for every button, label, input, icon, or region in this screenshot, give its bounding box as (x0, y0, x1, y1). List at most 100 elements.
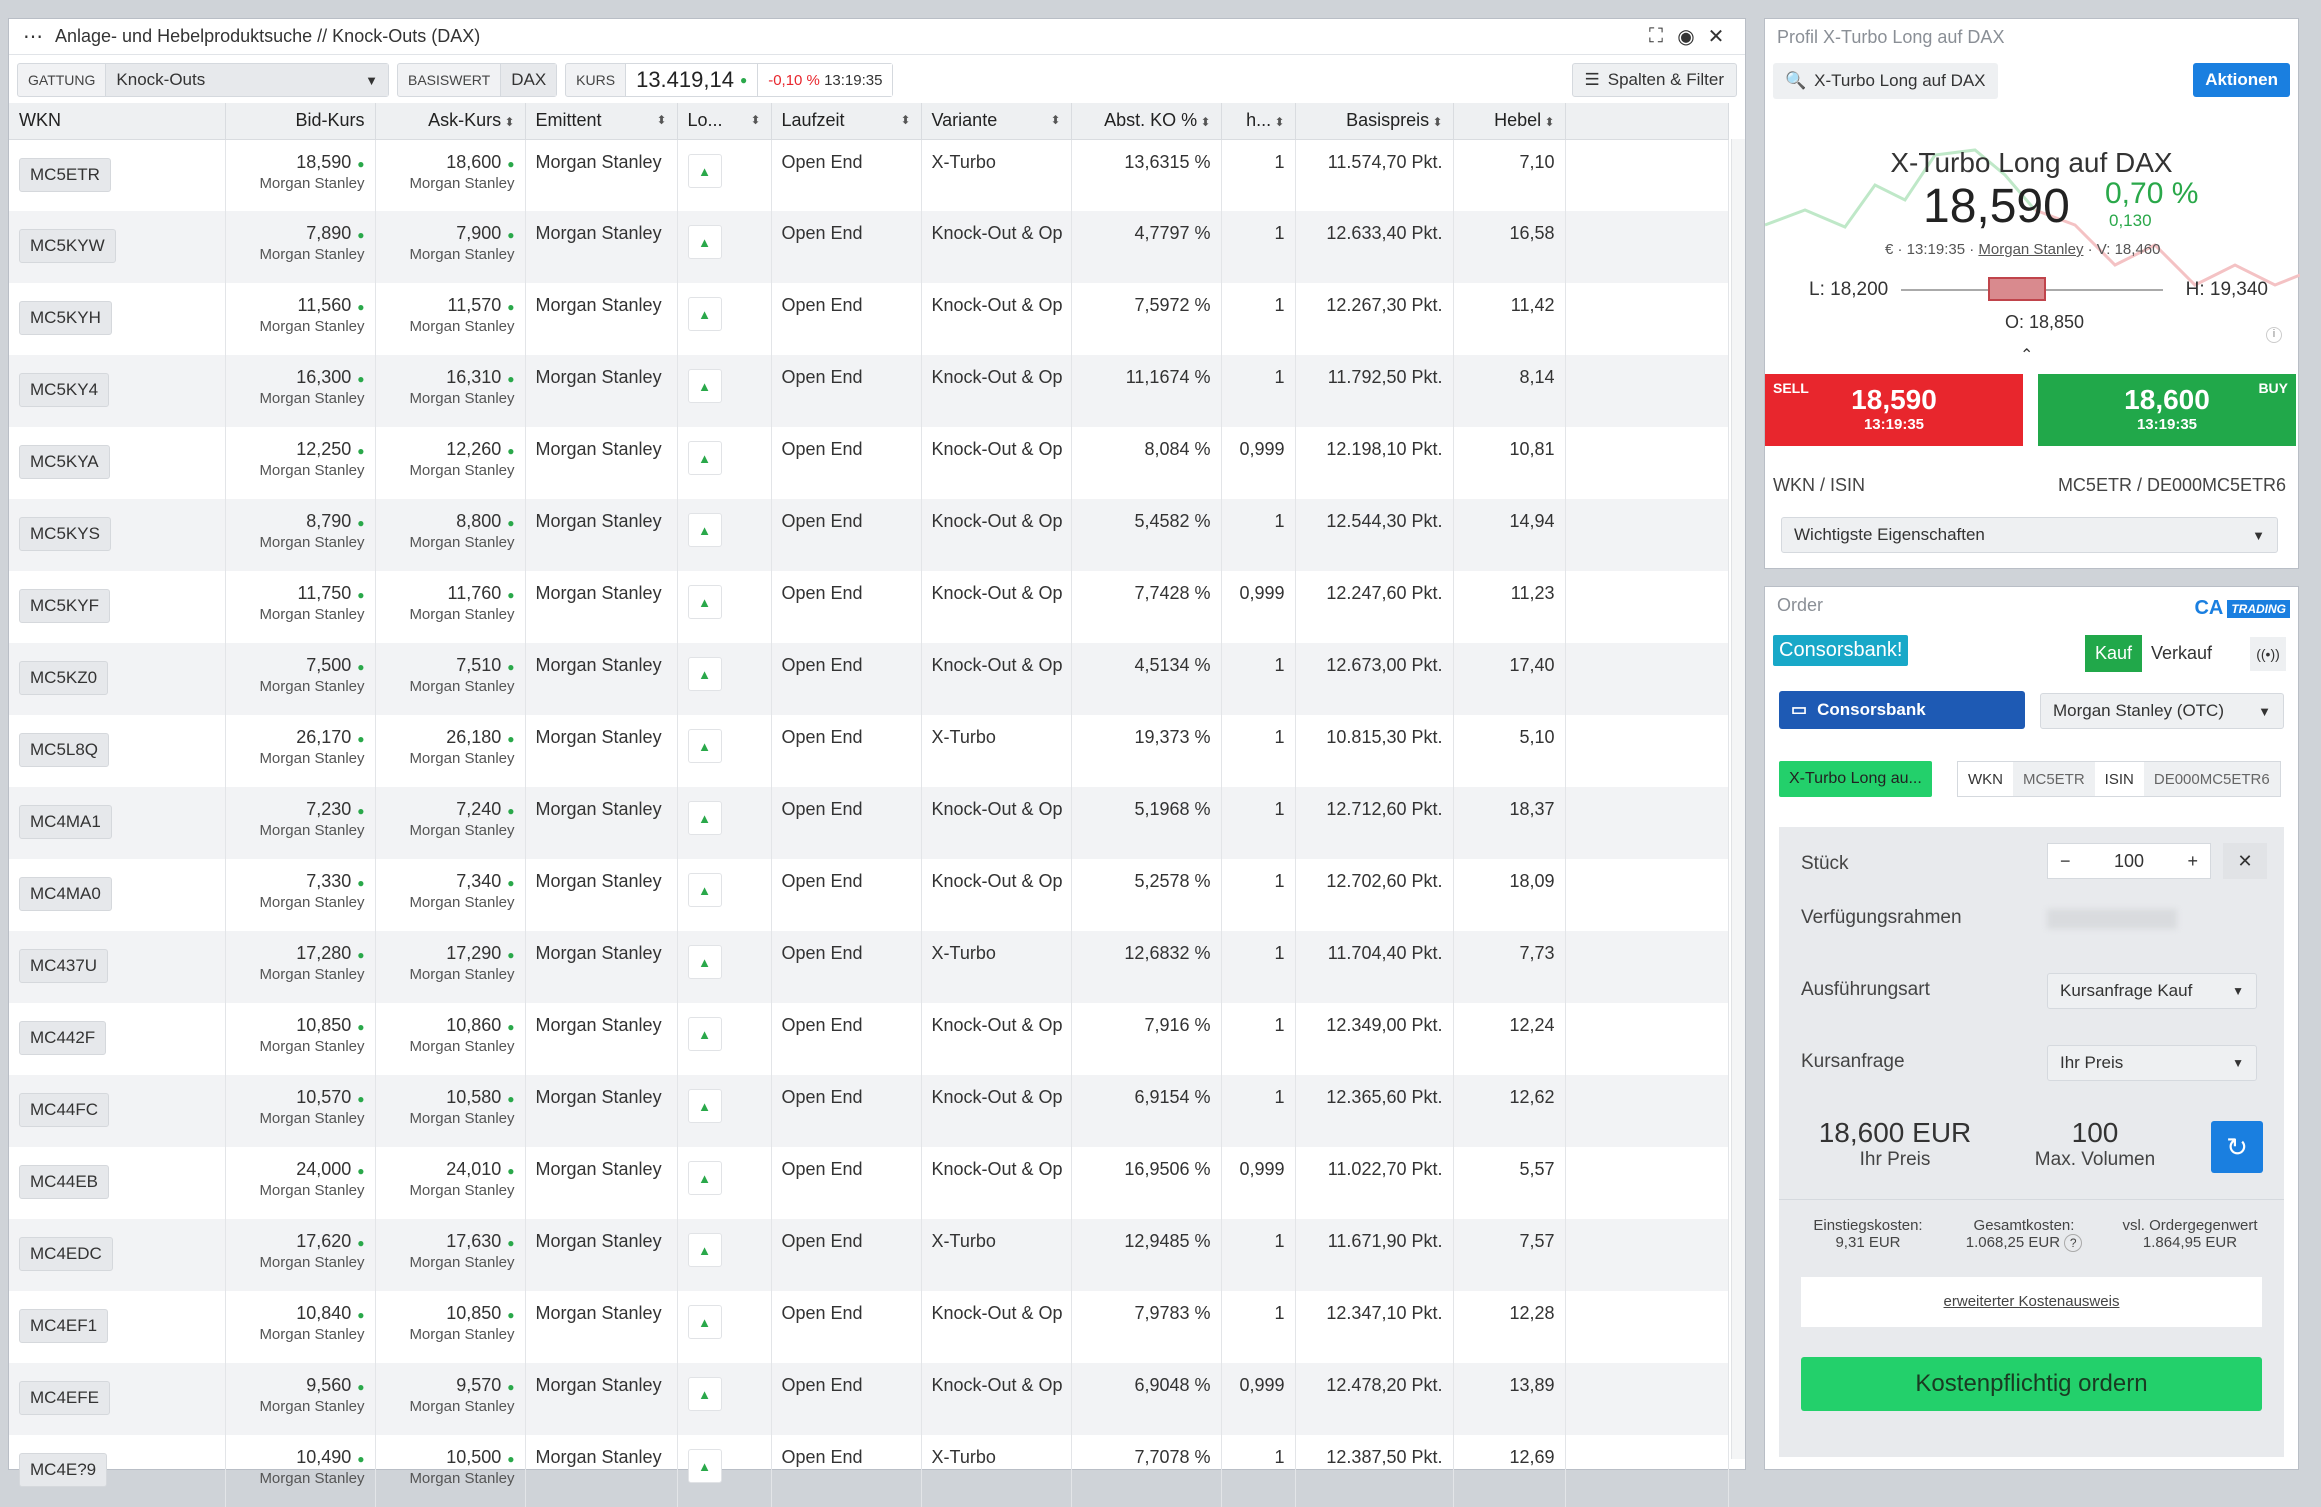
laufzeit-cell: Open End (771, 1003, 922, 1075)
minus-icon[interactable]: − (2060, 851, 2071, 872)
wkn-chip[interactable]: MC5KYH (19, 301, 112, 335)
sort-icon[interactable]: ⬍ (1050, 113, 1060, 127)
table-row[interactable]: MC5KYH 11,560 ● Morgan Stanley 11,570 ● Morgan… (9, 283, 1729, 355)
kursanfrage-select[interactable]: Ihr Preis ▼ (2047, 1045, 2257, 1081)
verkauf-tab[interactable]: Verkauf (2151, 643, 2212, 664)
column-header[interactable]: Ask-Kurs ⬍ (375, 103, 526, 140)
table-row[interactable]: MC5KZ0 7,500 ● Morgan Stanley 7,510 ● Morgan S… (9, 643, 1729, 715)
column-header[interactable]: h... ⬍ (1221, 103, 1296, 140)
bid-cell: 24,000 ● Morgan Stanley (225, 1147, 376, 1219)
column-header[interactable]: WKN (9, 103, 226, 140)
info-icon[interactable]: i (2266, 327, 2282, 343)
table-row[interactable]: MC5ETR 18,590 ● Morgan Stanley 18,600 ● Morgan… (9, 139, 1729, 211)
wkn-chip[interactable]: MC4MA1 (19, 805, 112, 839)
collapse-icon[interactable]: ⌃ (2020, 345, 2033, 365)
account-select[interactable]: ▭ Consorsbank (1779, 691, 2025, 729)
help-icon[interactable]: ? (2064, 1234, 2083, 1252)
wkn-chip[interactable]: MC4EF1 (19, 1309, 109, 1343)
table-row[interactable]: MC4EDC 17,620 ● Morgan Stanley 17,630 ● Morgan… (9, 1219, 1729, 1291)
table-row[interactable]: MC437U 17,280 ● Morgan Stanley 17,290 ● Morgan… (9, 931, 1729, 1003)
maximize-icon[interactable]: ⛶ (1641, 25, 1671, 48)
basiswert-select[interactable]: BASISWERT DAX (397, 63, 558, 97)
wkn-chip[interactable]: MC5KYA (19, 445, 110, 479)
column-header[interactable]: Variante ⬍ (921, 103, 1072, 140)
buy-button[interactable]: BUY 18,600 13:19:35 (2038, 374, 2296, 446)
wkn-chip[interactable]: MC5KZ0 (19, 661, 109, 695)
column-header[interactable]: Emittent ⬍ (525, 103, 678, 140)
variante-cell: Knock-Out & Op (921, 1363, 1072, 1435)
hebel-cell: 12,69 (1453, 1435, 1566, 1507)
table-row[interactable]: MC4E?9 10,490 ● Morgan Stanley 10,500 ● Morgan… (9, 1435, 1729, 1507)
sort-icon[interactable]: ⬍ (900, 113, 910, 127)
wkn-chip[interactable]: MC4EFE (19, 1381, 110, 1415)
column-header[interactable]: Laufzeit ⬍ (771, 103, 922, 140)
column-header[interactable]: Hebel ⬍ (1453, 103, 1566, 140)
issuer-link[interactable]: Morgan Stanley (1978, 241, 2083, 258)
extended-costs-link[interactable]: erweiterter Kostenausweis (1801, 1277, 2262, 1327)
ask-cell: 10,500 ● Morgan Stanley (375, 1435, 526, 1507)
column-header[interactable]: Bid-Kurs (225, 103, 376, 140)
wkn-chip[interactable]: MC5L8Q (19, 733, 110, 767)
venue-select[interactable]: Morgan Stanley (OTC) ▼ (2040, 693, 2284, 729)
table-row[interactable]: MC44FC 10,570 ● Morgan Stanley 10,580 ● Morgan… (9, 1075, 1729, 1147)
ratio-cell: 1 (1221, 1219, 1296, 1291)
submit-order-button[interactable]: Kostenpflichtig ordern (1801, 1357, 2262, 1411)
ko-distance-cell: 7,7078 % (1071, 1435, 1222, 1507)
wkn-chip[interactable]: MC5KYS (19, 517, 111, 551)
quantity-stepper[interactable]: − 100 + (2047, 843, 2211, 879)
wkn-chip[interactable]: MC4MA0 (19, 877, 112, 911)
filler-cell (1565, 355, 1729, 427)
table-row[interactable]: MC4EF1 10,840 ● Morgan Stanley 10,850 ● Morgan… (9, 1291, 1729, 1363)
wkn-chip[interactable]: MC442F (19, 1021, 107, 1055)
clear-icon[interactable]: ✕ (2223, 843, 2267, 879)
properties-select[interactable]: Wichtigste Eigenschaften ▼ (1781, 517, 2278, 553)
table-row[interactable]: MC5KYF 11,750 ● Morgan Stanley 11,760 ● Morgan… (9, 571, 1729, 643)
vertical-scrollbar[interactable] (1731, 139, 1745, 1459)
sort-icon[interactable]: ⬍ (1271, 115, 1284, 129)
sort-icon[interactable]: ⬍ (656, 113, 666, 127)
product-chip[interactable]: X-Turbo Long au... (1779, 761, 1932, 797)
refresh-icon[interactable]: ↻ (2211, 1121, 2263, 1173)
close-icon[interactable]: ✕ (1701, 24, 1731, 49)
bid-issuer: Morgan Stanley (259, 1398, 365, 1415)
wkn-chip[interactable]: MC5KY4 (19, 373, 110, 407)
aktionen-button[interactable]: Aktionen (2193, 63, 2290, 97)
sell-button[interactable]: SELL 18,590 13:19:35 (1765, 374, 2023, 446)
wkn-chip[interactable]: MC4EDC (19, 1237, 113, 1271)
wkn-chip[interactable]: MC5KYW (19, 229, 116, 263)
wkn-chip[interactable]: MC5KYF (19, 589, 110, 623)
table-row[interactable]: MC5L8Q 26,170 ● Morgan Stanley 26,180 ● Morgan… (9, 715, 1729, 787)
issuer-cell: Morgan Stanley (525, 1075, 678, 1147)
table-row[interactable]: MC4EFE 9,560 ● Morgan Stanley 9,570 ● Morgan S… (9, 1363, 1729, 1435)
wkn-chip[interactable]: MC5ETR (19, 157, 111, 192)
table-row[interactable]: MC4MA0 7,330 ● Morgan Stanley 7,340 ● Morgan S… (9, 859, 1729, 931)
table-row[interactable]: MC5KYW 7,890 ● Morgan Stanley 7,900 ● Morgan S… (9, 211, 1729, 283)
wkn-chip[interactable]: MC44FC (19, 1093, 110, 1127)
column-header[interactable]: Abst. KO % ⬍ (1071, 103, 1222, 140)
sort-icon[interactable]: ⬍ (750, 113, 760, 127)
table-row[interactable]: MC442F 10,850 ● Morgan Stanley 10,860 ● Morgan… (9, 1003, 1729, 1075)
column-header[interactable]: Basispreis ⬍ (1295, 103, 1454, 140)
table-row[interactable]: MC4MA1 7,230 ● Morgan Stanley 7,240 ● Morgan S… (9, 787, 1729, 859)
plus-icon[interactable]: + (2187, 851, 2198, 872)
columns-filter-button[interactable]: ☰ Spalten & Filter (1571, 63, 1737, 97)
sort-icon[interactable]: ⬍ (1429, 115, 1442, 129)
table-row[interactable]: MC5KYS 8,790 ● Morgan Stanley 8,800 ● Morgan S… (9, 499, 1729, 571)
table-row[interactable]: MC5KYA 12,250 ● Morgan Stanley 12,260 ● Morgan… (9, 427, 1729, 499)
wkn-chip[interactable]: MC437U (19, 949, 109, 983)
record-icon[interactable]: ◉ (1671, 24, 1701, 49)
menu-icon[interactable]: ⋯ (23, 24, 43, 49)
kauf-tab[interactable]: Kauf (2085, 635, 2143, 672)
ausfuehrungsart-select[interactable]: Kursanfrage Kauf ▼ (2047, 973, 2257, 1009)
wkn-chip[interactable]: MC44EB (19, 1165, 110, 1199)
column-header[interactable]: Lo... ⬍ (677, 103, 772, 140)
sort-icon[interactable]: ⬍ (501, 115, 514, 129)
sort-icon[interactable]: ⬍ (1197, 115, 1210, 129)
table-row[interactable]: MC5KY4 16,300 ● Morgan Stanley 16,310 ● Morgan… (9, 355, 1729, 427)
long-up-icon: ▲ (687, 873, 722, 907)
profile-search[interactable]: 🔍 X-Turbo Long auf DAX (1773, 63, 1998, 99)
gattung-select[interactable]: GATTUNG Knock-Outs ▼ (17, 63, 389, 97)
sort-icon[interactable]: ⬍ (1541, 115, 1554, 129)
table-row[interactable]: MC44EB 24,000 ● Morgan Stanley 24,010 ● Morgan… (9, 1147, 1729, 1219)
signal-icon[interactable]: ((•)) (2250, 637, 2286, 671)
